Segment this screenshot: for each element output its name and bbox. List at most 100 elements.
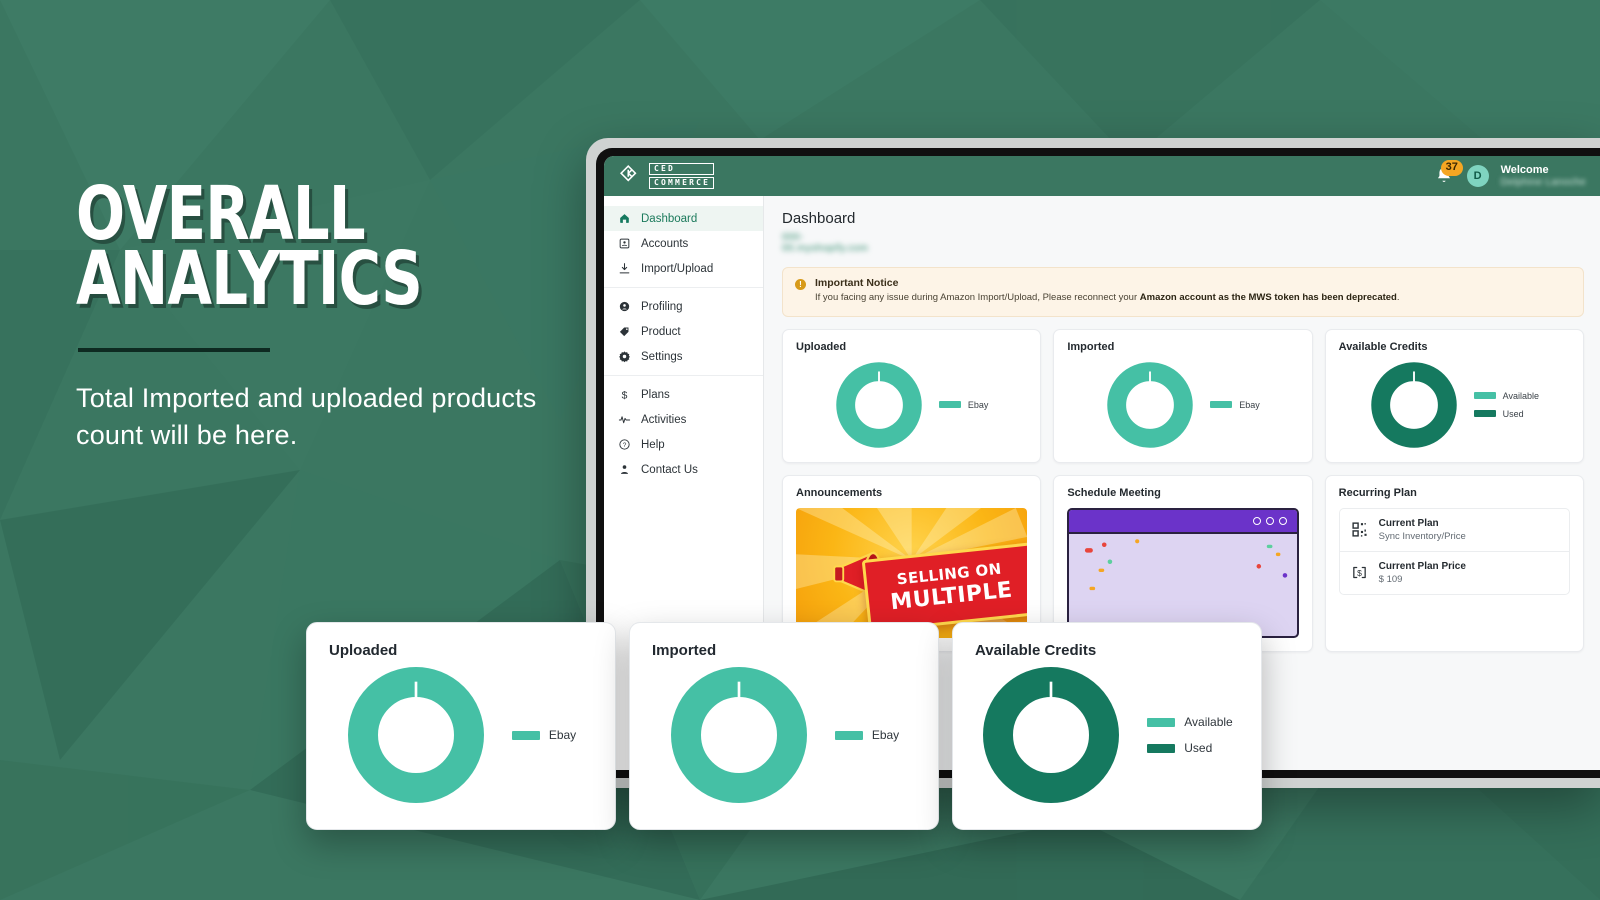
avatar[interactable]: D	[1466, 164, 1489, 187]
legend-item: Available	[1473, 390, 1540, 401]
sidebar-item-label: Profiling	[641, 300, 683, 313]
donut-credits-svg	[1370, 362, 1457, 448]
callout-donut-uploaded: Ebay	[329, 665, 593, 805]
donut-credits-magnified-svg	[983, 667, 1120, 803]
welcome-label: Welcome	[1500, 163, 1549, 176]
legend-swatch	[938, 401, 961, 409]
svg-text:?: ?	[623, 442, 627, 449]
notice-text-bold: Amazon account as the MWS token has been…	[1139, 292, 1397, 303]
brand-logo-line2: COMMERCE	[649, 177, 715, 189]
welcome-user-name: Delphine Lanoche	[1500, 176, 1586, 188]
legend-label: Available	[1502, 390, 1540, 401]
legend-swatch	[1210, 401, 1233, 409]
callout-card-title: Imported	[652, 642, 717, 659]
person-icon	[620, 465, 629, 474]
callout-card-title: Uploaded	[329, 642, 398, 659]
tag-icon	[619, 327, 629, 337]
sidebar-item-label: Help	[641, 438, 665, 451]
legend-imported: Ebay	[1210, 400, 1260, 410]
sidebar-item-profiling[interactable]: Profiling	[604, 294, 763, 319]
donut-chart-uploaded: Ebay	[796, 361, 1027, 449]
callout-card-title: Available Credits	[975, 642, 1097, 659]
sidebar-group-support: $ Plans Activities ? Help Contact Us	[604, 375, 763, 488]
list-item-value: $ 109	[1378, 573, 1403, 585]
schedule-meeting-illustration[interactable]	[1067, 507, 1299, 638]
important-notice-banner: Important Notice If you facing any issue…	[782, 267, 1584, 317]
legend-swatch	[1147, 743, 1176, 753]
sidebar-item-activities[interactable]: Activities	[604, 407, 763, 432]
ced-diamond-logo-icon	[620, 165, 637, 182]
sidebar-item-label: Dashboard	[641, 212, 698, 225]
card-available-credits: Available Credits Available Used	[1324, 328, 1584, 463]
brand-logo[interactable]: CED COMMERCE	[620, 163, 715, 189]
notice-text-tail: .	[1396, 292, 1400, 303]
donut-imported-magnified-svg	[670, 667, 807, 803]
donut-uploaded-svg	[836, 362, 922, 448]
legend-label: Ebay	[967, 399, 989, 410]
callout-legend-credits: Available Used	[1147, 715, 1233, 755]
stats-card-grid: Uploaded Ebay Imported Ebay Available Cr…	[782, 328, 1584, 652]
notice-text-block: Important Notice If you facing any issue…	[815, 277, 1400, 305]
sidebar-item-settings[interactable]: Settings	[604, 344, 763, 369]
card-uploaded: Uploaded Ebay	[782, 328, 1042, 463]
legend-label: Ebay	[871, 728, 900, 742]
svg-text:$: $	[1357, 568, 1362, 578]
sidebar-item-product[interactable]: Product	[604, 319, 763, 344]
topbar-right-cluster: 37 D Welcome Delphine Lanoche	[1433, 159, 1586, 188]
donut-chart-credits: Available Used	[1339, 361, 1570, 449]
legend-item: Used	[1473, 408, 1539, 419]
notice-text-plain: If you facing any issue during Amazon Im…	[815, 292, 1140, 303]
notice-body: If you facing any issue during Amazon Im…	[815, 292, 1400, 305]
download-icon	[619, 263, 630, 274]
legend-swatch	[511, 730, 540, 740]
dollar-icon: $	[622, 390, 628, 401]
sidebar-item-accounts[interactable]: Accounts	[604, 231, 763, 256]
sidebar-item-label: Accounts	[641, 237, 689, 250]
sidebar-item-label: Settings	[641, 350, 683, 363]
notification-bell-button[interactable]: 37	[1433, 159, 1463, 187]
sidebar-item-import-upload[interactable]: Import/Upload	[604, 256, 763, 281]
donut-chart-imported: Ebay	[1067, 361, 1298, 449]
legend-swatch	[834, 730, 863, 740]
card-recurring-plan: Recurring Plan Current Plan Sync Invento…	[1324, 474, 1584, 652]
notice-title: Important Notice	[815, 277, 899, 289]
card-title: Imported	[1067, 340, 1115, 353]
sidebar-item-contact-us[interactable]: Contact Us	[604, 457, 763, 482]
promo-block: OVERALL ANALYTICS Total Imported and upl…	[76, 177, 596, 455]
qr-code-icon	[1352, 522, 1367, 537]
legend-item: Ebay	[1210, 400, 1260, 410]
brand-logo-text: CED COMMERCE	[649, 163, 715, 189]
legend-label: Ebay	[548, 728, 577, 742]
legend-label: Used	[1502, 408, 1524, 419]
card-title: Recurring Plan	[1338, 486, 1417, 499]
card-title: Uploaded	[796, 340, 847, 353]
promo-subtitle: Total Imported and uploaded products cou…	[76, 383, 537, 451]
sidebar-item-dashboard[interactable]: Dashboard	[604, 206, 763, 231]
sidebar-item-label: Product	[641, 325, 681, 338]
legend-label: Available	[1184, 715, 1233, 729]
page-title: Dashboard	[782, 210, 856, 227]
legend-swatch	[1473, 410, 1496, 418]
list-item-value: Sync Inventory/Price	[1378, 530, 1466, 542]
sidebar-item-help[interactable]: ? Help	[604, 432, 763, 457]
callout-card-uploaded: Uploaded Ebay	[306, 622, 616, 830]
welcome-block[interactable]: Welcome Delphine Lanoche	[1501, 164, 1586, 188]
svg-text:$: $	[622, 390, 628, 401]
announcement-banner-image[interactable]: SELLING ON MULTIPLE	[796, 507, 1028, 638]
list-item: $ Current Plan Price $ 109	[1339, 550, 1569, 594]
recurring-plan-list: Current Plan Sync Inventory/Price $ Curr…	[1338, 507, 1570, 595]
home-icon	[620, 214, 629, 223]
money-bill-icon: $	[1352, 567, 1366, 579]
question-mark-icon: ?	[619, 439, 630, 450]
sidebar-item-plans[interactable]: $ Plans	[604, 382, 763, 407]
legend-label: Ebay	[1239, 399, 1260, 410]
sidebar-item-label: Contact Us	[641, 463, 698, 476]
callout-legend-uploaded: Ebay	[511, 728, 577, 742]
legend-item: Ebay	[938, 399, 989, 410]
id-card-icon	[619, 238, 630, 249]
window-dot-icon	[1252, 516, 1261, 525]
callout-donut-imported: Ebay	[652, 665, 916, 805]
card-title: Announcements	[796, 486, 883, 499]
legend-credits: Available Used	[1473, 390, 1540, 419]
sidebar-item-label: Activities	[641, 413, 687, 426]
